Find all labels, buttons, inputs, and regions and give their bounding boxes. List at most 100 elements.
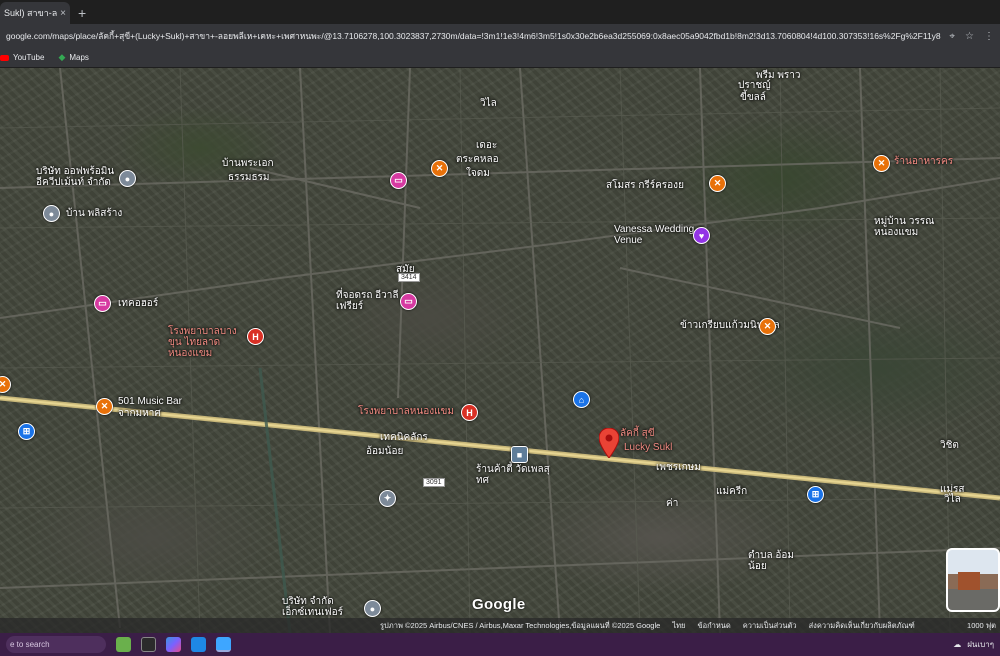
app-icon[interactable] [191,637,206,652]
store-pin[interactable]: ⊞ [18,423,35,440]
place-label[interactable]: ตระคหลอ [456,154,499,165]
language-link[interactable]: ไทย [672,620,685,632]
place-pin[interactable]: ● [364,600,381,617]
place-label[interactable]: ค่า [666,498,678,509]
taskbar-search[interactable]: e to search [6,636,106,653]
place-pin[interactable]: ● [43,205,60,222]
hospital-pin[interactable]: H [461,404,478,421]
screen: Sukl) สาขา-ลอยก... × + google.com/maps/p… [0,0,1000,656]
place-label[interactable]: ขี้ขลล์ [740,92,766,103]
hospital-pin[interactable]: H [247,328,264,345]
place-label[interactable]: วิไล [944,494,961,505]
hospital-icon: H [466,407,473,418]
place-label[interactable]: ตำบล อ้อมน้อย [748,550,798,572]
place-label[interactable]: แม่ครีก [716,486,747,497]
place-label[interactable]: สมัย [396,264,415,275]
bookmark-label: YouTube [13,53,45,62]
place-icon: ● [124,173,131,184]
cart-icon: ⊞ [811,489,820,499]
close-icon[interactable]: × [60,8,66,19]
shopping-pin[interactable]: ▭ [94,295,111,312]
shopping-pin[interactable]: ▭ [390,172,407,189]
place-label[interactable]: บริษัท ออฟพร้อมิน อีควีปเม้นท์ จำกัด [36,166,116,188]
system-tray: ☁ ฝนเบาๆ [953,638,994,651]
place-pin[interactable]: ● [119,170,136,187]
place-label[interactable]: เดอะ [476,140,497,151]
fork-knife-icon: ✕ [763,321,772,331]
store-pin[interactable]: ⊞ [807,486,824,503]
frog-widget-icon[interactable] [116,637,131,652]
cart-icon: ⊞ [22,426,31,436]
bookmark-youtube[interactable]: YouTube [0,53,44,62]
restaurant-pin[interactable]: ✕ [873,155,890,172]
temple-pin[interactable]: ✦ [379,490,396,507]
street-view-thumbnail[interactable] [946,548,1000,612]
place-label[interactable]: ธรรมธรม [228,172,270,183]
place-label[interactable]: 501 Music Bar [118,396,182,407]
fork-knife-icon: ✕ [713,178,722,188]
place-label[interactable]: วิชิต [940,440,959,451]
bookmarks-bar: YouTube ◆ Maps [0,48,1000,68]
task-view-icon[interactable] [141,637,156,652]
place-label[interactable]: บ้าน พลิสร้าง [66,208,122,219]
restaurant-pin[interactable]: ✕ [431,160,448,177]
place-label[interactable]: จากมหาศ [118,408,161,419]
place-label[interactable]: หมู่บ้าน วรรณ หนองแขม [874,216,954,238]
place-label[interactable]: ที่จอดรถ อีวาลีเฟรียร์ [336,290,406,312]
place-label[interactable]: โรงพยาบาลหนองแขม [358,406,454,417]
restaurant-pin[interactable]: ✕ [96,398,113,415]
browser-app-icon[interactable] [216,637,231,652]
location-icon[interactable]: ⌖ [949,31,955,42]
tab-title: Sukl) สาขา-ลอยก... [4,8,58,18]
transit-stop[interactable]: ■ [511,446,528,463]
bookmark-maps[interactable]: ◆ Maps [58,52,88,63]
place-label[interactable]: ลัคกี้ สุขี [620,428,655,439]
browser-tab[interactable]: Sukl) สาขา-ลอยก... × [0,2,70,24]
new-tab-button[interactable]: + [78,5,86,21]
venue-pin[interactable]: ♥ [693,227,710,244]
place-label[interactable]: วิไล [480,98,497,109]
place-label[interactable]: สโมสร กรีร์ครองย [606,180,684,191]
maps-icon: ◆ [58,52,66,62]
place-label[interactable]: ใจดม [466,168,490,179]
place-label[interactable]: เพชรเกษม [656,462,701,473]
place-label[interactable]: เทคนิคลักร [380,432,428,443]
terms-link[interactable]: ข้อกำหนด [697,620,730,632]
weather-text[interactable]: ฝนเบาๆ [967,638,994,651]
fork-knife-icon: ✕ [877,158,886,168]
restaurant-pin[interactable]: ✕ [709,175,726,192]
place-label[interactable]: บริษัท จำกัด เอ็กซ์เทนเฟอร์ [282,596,354,618]
scale-bar[interactable]: 1000 ฟุต [967,620,996,632]
place-label[interactable]: Lucky Sukl [624,442,672,453]
os-taskbar: e to search ☁ ฝนเบาๆ [0,633,1000,656]
home-icon: ⌂ [578,394,585,405]
satellite-map[interactable]: 3414 3091 พรีม พราว วิไล เดอะ ตระคหลอ ใจ… [0,68,1000,633]
shopping-icon: ▭ [404,296,413,306]
selected-location-pin[interactable] [599,428,619,458]
place-label[interactable]: โรงพยาบาลบางขุน ไทยลาดหนองแขม [168,326,246,359]
place-label[interactable]: ร้านค้าตี้ วัดเพลสุทศ [476,464,558,486]
place-label[interactable]: อ้อมน้อย [366,446,403,457]
copilot-icon[interactable] [166,637,181,652]
home-pin[interactable]: ⌂ [573,391,590,408]
feedback-link[interactable]: ส่งความคิดเห็นเกี่ยวกับผลิตภัณฑ์ [809,620,915,632]
place-label[interactable]: ปราชญ์ [738,80,771,91]
menu-icon[interactable]: ⋮ [984,31,994,42]
transit-icon: ■ [516,449,523,460]
privacy-link[interactable]: ความเป็นส่วนตัว [743,620,797,632]
shopping-pin[interactable]: ▭ [400,293,417,310]
bookmark-label: Maps [69,53,89,62]
shopping-icon: ▭ [98,298,107,308]
address-bar[interactable]: google.com/maps/place/ลัคกี้+สุขี+(Lucky… [6,29,941,43]
house-image [958,572,980,590]
restaurant-pin[interactable]: ✕ [759,318,776,335]
address-toolbar: google.com/maps/place/ลัคกี้+สุขี+(Lucky… [0,24,1000,48]
place-label[interactable]: Vanessa Wedding Venue [614,224,698,246]
weather-icon[interactable]: ☁ [953,640,961,649]
bookmark-star-icon[interactable]: ☆ [965,31,974,42]
hospital-icon: H [252,331,259,342]
place-label[interactable]: ร้านอาหารคร [894,156,953,167]
place-label[interactable]: เทคอฮอร์ [118,298,158,309]
place-label[interactable]: บ้านพระเอก [222,158,274,169]
imagery-credit: รูปภาพ ©2025 Airbus/CNES / Airbus,Maxar … [380,620,661,630]
